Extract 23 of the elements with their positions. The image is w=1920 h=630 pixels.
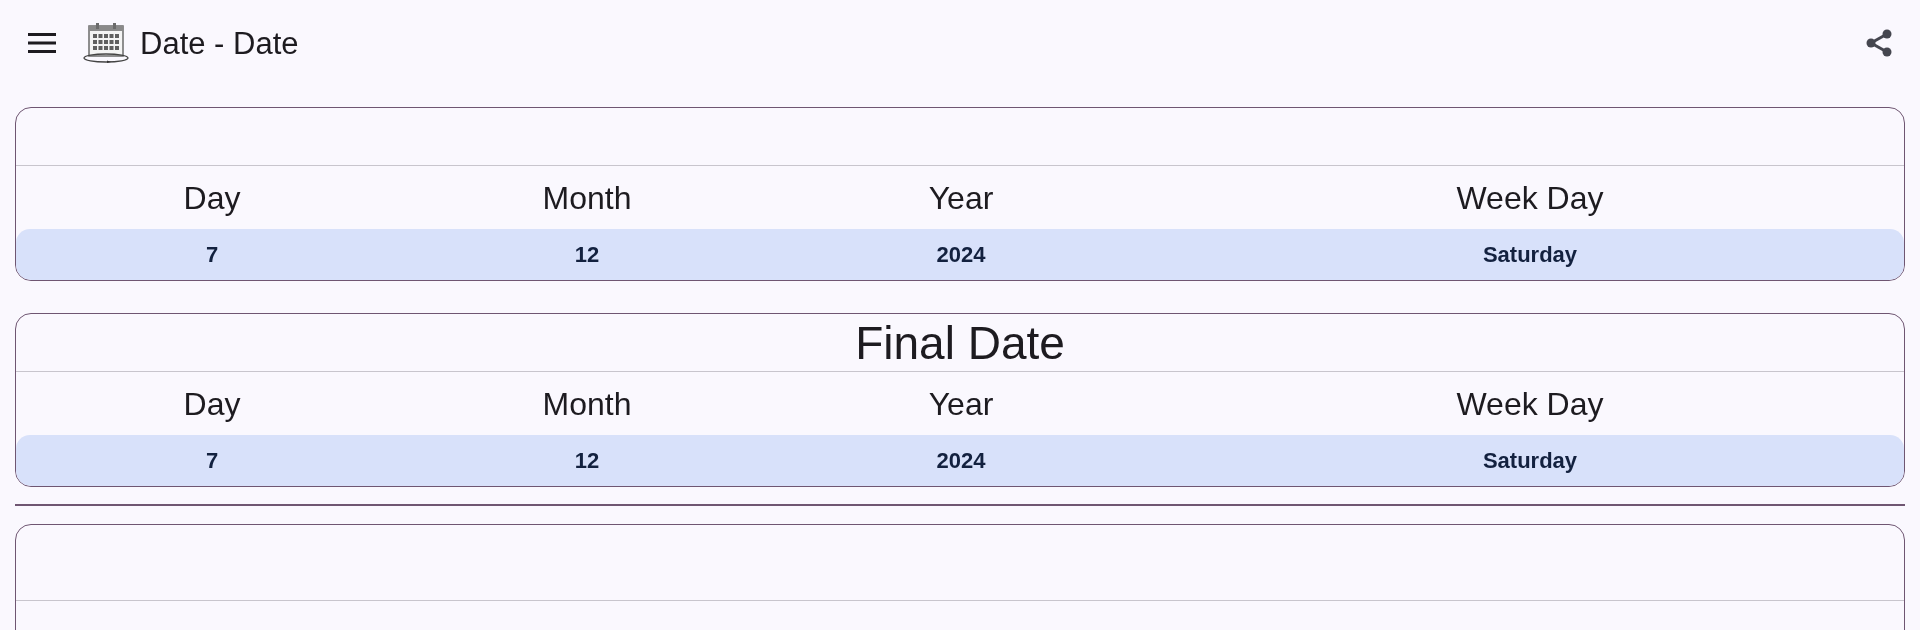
card-title: Final Date <box>855 319 1065 366</box>
table-cell: 7 <box>205 449 219 472</box>
table-cell: 2024 <box>936 449 986 472</box>
table-cell: Saturday <box>1482 243 1578 266</box>
column-header: Year <box>928 387 994 420</box>
column-header: Day <box>183 181 241 214</box>
table-cell: Saturday <box>1482 449 1578 472</box>
column-header: Week Day <box>1456 387 1604 420</box>
app-title: Date - Date <box>140 27 299 59</box>
table-cell: 7 <box>205 243 219 266</box>
table-cell: 2024 <box>936 243 986 266</box>
column-header: Year <box>928 181 994 214</box>
column-header: Day <box>183 387 241 420</box>
table-cell: 12 <box>574 243 600 266</box>
share-button[interactable] <box>1866 29 1892 57</box>
share-icon <box>1866 29 1892 57</box>
column-header: Week Day <box>1456 181 1604 214</box>
table-cell: 12 <box>574 449 600 472</box>
column-header: Month <box>542 181 632 214</box>
calendar-icon <box>83 23 129 63</box>
column-header: Month <box>542 387 632 420</box>
menu-icon <box>28 33 56 53</box>
menu-button[interactable] <box>28 33 56 53</box>
